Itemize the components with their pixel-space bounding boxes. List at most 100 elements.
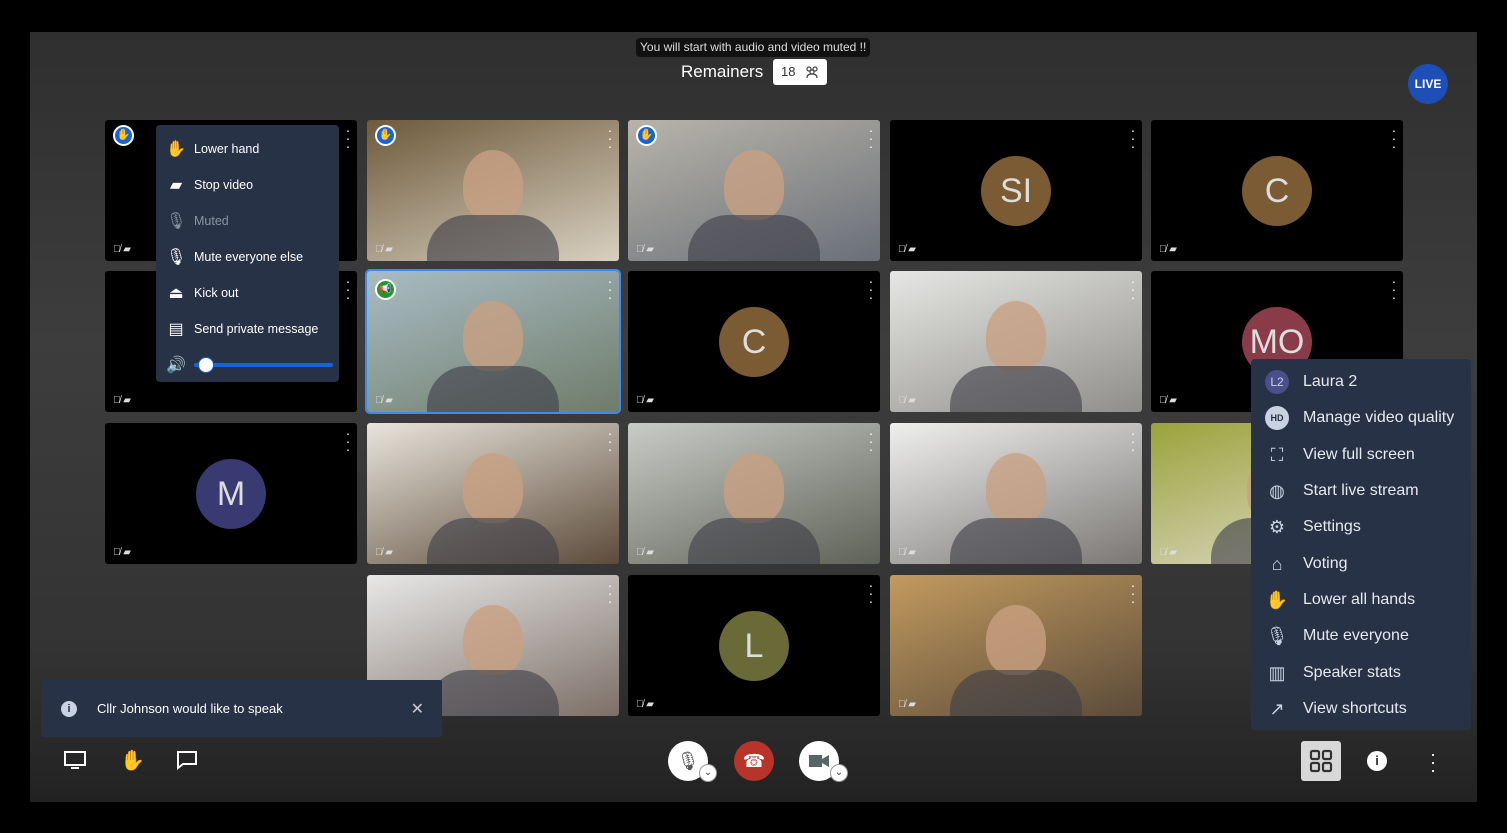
tile-menu-icon[interactable]: ··· (1130, 123, 1136, 153)
menu-item-start-live-stream[interactable]: ◍ Start live stream (1251, 473, 1471, 509)
participant-body (427, 215, 559, 261)
muted-status-icons: 🎙̸ ▰ (898, 395, 916, 406)
live-badge: LIVE (1408, 64, 1448, 104)
eject-icon: ⏏ (168, 285, 184, 302)
chat-icon[interactable] (176, 750, 198, 776)
hangup-icon: ☎ (742, 751, 766, 771)
tile-menu-icon[interactable]: ··· (607, 578, 613, 608)
menu-item-voting[interactable]: ⌂ Voting (1251, 545, 1471, 581)
hangup-button[interactable]: ☎ (734, 741, 774, 781)
avatar: C (1242, 156, 1312, 226)
menu-item-lower-all-hands[interactable]: ✋ Lower all hands (1251, 582, 1471, 618)
tile-menu-icon[interactable]: ··· (1391, 274, 1397, 304)
tile-menu-icon[interactable]: ··· (868, 123, 874, 153)
participant-tile[interactable]: ··· 🎙̸ ▰ (890, 271, 1142, 412)
close-icon[interactable]: ✕ (411, 699, 424, 719)
participant-video (724, 150, 784, 220)
menu-item-view-shortcuts[interactable]: ↗ View shortcuts (1251, 691, 1471, 727)
participant-tile[interactable]: · · · 🎙̸ ▰ ✋ (628, 120, 880, 261)
participant-body (950, 518, 1082, 564)
screen-share-icon[interactable] (63, 750, 87, 776)
muted-status-icons: 🎙̸ ▰ (1159, 547, 1177, 558)
tile-menu-icon[interactable]: ··· (607, 123, 613, 153)
menu-item-muted: 🎙 Muted (156, 203, 339, 239)
muted-status-icons: 🎙̸ ▰ (375, 547, 393, 558)
gear-icon: ⚙ (1268, 517, 1286, 538)
menu-item-send-private-message[interactable]: ▤ Send private message (156, 311, 339, 347)
tile-menu-icon[interactable]: ··· (345, 274, 351, 304)
menu-item-label: Mute everyone else (194, 250, 304, 264)
tile-menu-icon[interactable]: ··· (1130, 426, 1136, 456)
muted-status-icons: 🎙̸ ▰ (375, 395, 393, 406)
participant-tile[interactable]: ··· 🎙̸ ▰ (890, 423, 1142, 564)
tile-menu-icon[interactable]: ··· (868, 426, 874, 456)
muted-status-icons: 🎙̸ ▰ (375, 244, 393, 255)
participant-tile[interactable]: L · · · 🎙̸ ▰ (628, 575, 880, 716)
raise-hand-icon[interactable]: ✋ (120, 748, 145, 773)
participant-tile[interactable]: C · · · 🎙̸ ▰ (628, 271, 880, 412)
participant-tile[interactable]: ··· 🎙̸ ▰ (367, 423, 619, 564)
participant-tile[interactable]: · · · 🎙̸ ▰ 📢 (365, 269, 621, 414)
menu-item-label: Voting (1303, 554, 1348, 572)
menu-item-kick-out[interactable]: ⏏ Kick out (156, 275, 339, 311)
participant-tile[interactable]: ··· 🎙̸ ▰ (890, 575, 1142, 716)
tile-menu-icon[interactable]: ··· (345, 123, 351, 153)
info-icon[interactable]: i (1367, 751, 1387, 771)
tile-menu-icon[interactable]: ··· (607, 426, 613, 456)
menu-item-label: Kick out (194, 286, 239, 300)
volume-slider[interactable] (194, 357, 333, 373)
tile-menu-icon[interactable]: ··· (607, 274, 613, 304)
participants-icon (806, 66, 818, 79)
menu-item-label: Muted (194, 214, 229, 228)
participant-body (427, 670, 559, 716)
participant-tile[interactable]: ··· 🎙̸ ▰ (628, 423, 880, 564)
tile-menu-icon[interactable]: ··· (1130, 578, 1136, 608)
tile-menu-icon[interactable]: ··· (868, 578, 874, 608)
menu-item-label: View full screen (1303, 445, 1415, 463)
menu-item-stop-video[interactable]: ▰ Stop video (156, 167, 339, 203)
fullscreen-icon: ⛶ (1270, 444, 1284, 465)
participant-menu: ✋ Lower hand ▰ Stop video 🎙 Muted 🎙 Mute everyo… (156, 125, 339, 382)
menu-item-settings[interactable]: ⚙ Settings (1251, 509, 1471, 545)
menu-item-lower-hand[interactable]: ✋ Lower hand (156, 131, 339, 167)
muted-status-icons: 🎙̸ ▰ (636, 547, 654, 558)
microphone-icon: 🎙 (676, 751, 700, 771)
participant-tile[interactable]: SI · · · 🎙̸ ▰ (890, 120, 1142, 261)
participant-tile[interactable]: · · · 🎙̸ ▰ ✋ (367, 120, 619, 261)
menu-item-label: Mute everyone (1303, 627, 1409, 645)
participant-body (427, 518, 559, 564)
mic-off-icon: 🎙 (166, 213, 187, 230)
participant-count-button[interactable]: 18 (773, 59, 827, 85)
menu-item-manage-video-quality[interactable]: HD Manage video quality (1251, 400, 1471, 436)
participant-video (986, 605, 1046, 675)
menu-item-speaker-stats[interactable]: ▥ Speaker stats (1251, 654, 1471, 690)
volume-slider-thumb[interactable] (198, 357, 215, 373)
participant-body (688, 215, 820, 261)
participant-tile[interactable]: M · · · 🎙̸ ▰ (105, 423, 357, 564)
more-options-icon[interactable]: · · · (1429, 745, 1437, 779)
message-icon: ▤ (168, 321, 184, 338)
menu-item-laura-2[interactable]: L2 Laura 2 (1251, 364, 1471, 400)
raised-hand-icon: ✋ (113, 125, 134, 146)
tile-menu-icon[interactable]: ··· (345, 426, 351, 456)
conference-title: Remainers (681, 62, 764, 81)
menu-item-label: Manage video quality (1303, 409, 1455, 427)
dominant-speaker-icon: 📢 (375, 279, 396, 300)
tile-menu-icon[interactable]: ··· (1391, 123, 1397, 153)
menu-item-mute-everyone[interactable]: 🎙 Mute everyone (1251, 618, 1471, 654)
participant-video (724, 453, 784, 523)
participant-tile[interactable]: C · · · 🎙̸ ▰ (1151, 120, 1403, 261)
participant-video (463, 453, 523, 523)
ballot-icon: ⌂ (1271, 553, 1283, 574)
audio-options-chevron-icon[interactable]: ⌄ (699, 764, 717, 782)
menu-item-view-full-screen[interactable]: ⛶ View full screen (1251, 437, 1471, 473)
menu-item-label: Speaker stats (1303, 663, 1401, 681)
video-options-chevron-icon[interactable]: ⌄ (830, 764, 848, 782)
raise-hand-notification: i Cllr Johnson would like to speak ✕ (41, 680, 442, 737)
tile-menu-icon[interactable]: ··· (868, 274, 874, 304)
raised-hand-icon: ✋ (375, 125, 396, 146)
tile-view-button[interactable] (1301, 741, 1341, 781)
menu-item-mute-everyone-else[interactable]: 🎙 Mute everyone else (156, 239, 339, 275)
avatar: L (719, 611, 789, 681)
tile-menu-icon[interactable]: ··· (1130, 274, 1136, 304)
